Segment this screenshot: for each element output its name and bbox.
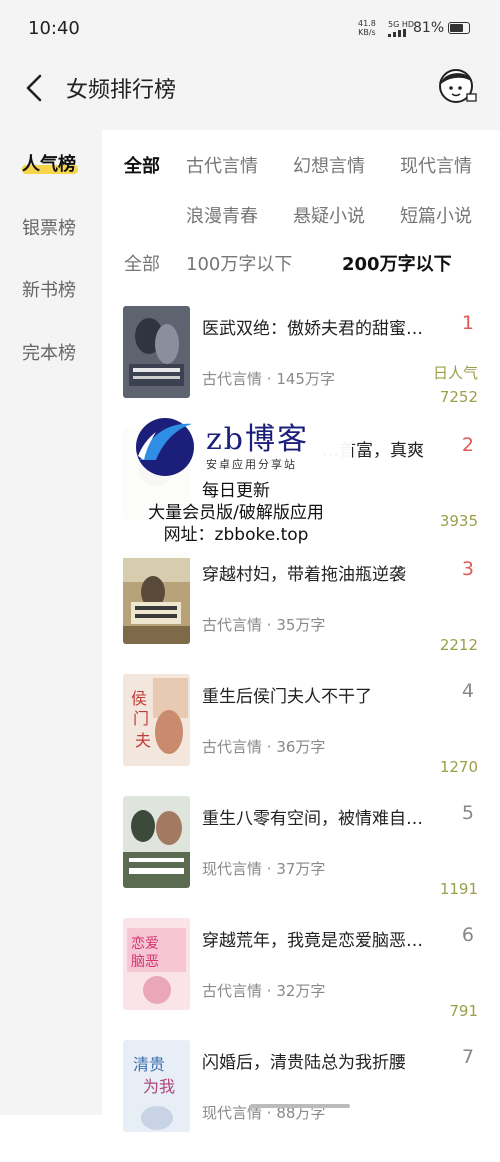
svg-text:清贵: 清贵 [133,1055,165,1074]
svg-text:为我: 为我 [143,1077,175,1096]
battery-icon [448,22,470,34]
scroll-indicator [250,1104,350,1108]
rank-number: 2 [461,434,474,456]
page-title: 女频排行榜 [66,78,177,103]
book-cover [123,796,190,888]
book-cover [123,306,190,398]
watermark-brand: zb博客 [206,422,310,457]
svg-text:侯: 侯 [131,689,147,708]
book-item[interactable]: 恋爱 脑恶 穿越荒年，我竟是恋爱脑恶… 古代言情 · 32万字 6 791 [102,918,500,1040]
book-cover: 恋爱 脑恶 [123,918,190,1010]
back-chevron-icon[interactable] [22,68,52,108]
popularity-value: 7252 [439,388,478,406]
length-tab-under-1m[interactable]: 100万字以下 [186,250,292,276]
popularity-value: 791 [449,1002,478,1020]
popularity-value: 3935 [439,512,478,530]
rank-number: 6 [461,924,474,946]
rank-number: 7 [461,1046,474,1068]
genre-tab-mystery[interactable]: 悬疑小说 [293,202,365,228]
book-meta: 古代言情 · 145万字 [202,370,335,388]
genre-tab-all[interactable]: 全部 [124,152,160,178]
book-cover: 侯 门 夫 [123,674,190,766]
svg-text:夫: 夫 [135,731,151,750]
watermark-overlay: zb博客 安卓应用分享站 每日更新 大量会员版/破解版应用 网址：zbboke.… [120,410,352,558]
popularity-value: 1191 [439,880,478,898]
book-meta: 现代言情 · 37万字 [202,860,326,878]
book-title: 重生后侯门夫人不干了 [202,687,372,707]
book-meta: 古代言情 · 32万字 [202,982,326,1000]
top-bar: 女频排行榜 [0,58,500,130]
genre-tab-youth[interactable]: 浪漫青春 [186,202,258,228]
book-item[interactable]: 清贵 为我 闪婚后，清贵陆总为我折腰 现代言情 · 88万字 7 [102,1040,500,1162]
network-speed: 41.8 KB/s [358,19,376,37]
book-title: 穿越村妇，带着拖油瓶逆袭 [202,565,406,585]
ranking-sidebar: 人气榜 银票榜 新书榜 完本榜 [0,130,102,1115]
book-title: 重生八零有空间，被情难自… [202,809,423,829]
watermark-logo-icon [136,418,194,476]
book-item[interactable]: 穿越村妇，带着拖油瓶逆袭 古代言情 · 35万字 3 2212 [102,552,500,674]
length-tab-all[interactable]: 全部 [124,250,160,276]
sidebar-item-new-books[interactable]: 新书榜 [0,276,102,302]
user-avatar-icon[interactable] [438,66,478,106]
length-tab-under-2m[interactable]: 200万字以下 [342,250,452,276]
genre-tab-ancient[interactable]: 古代言情 [186,152,258,178]
sidebar-item-silver-ticket[interactable]: 银票榜 [0,214,102,240]
book-title: 穿越荒年，我竟是恋爱脑恶… [202,931,423,951]
battery-percent: 81% [413,20,445,36]
book-item[interactable]: 重生八零有空间，被情难自… 现代言情 · 37万字 5 1191 [102,796,500,918]
svg-text:脑恶: 脑恶 [131,954,159,970]
book-title: 闪婚后，清贵陆总为我折腰 [202,1053,406,1073]
rank-number: 4 [461,680,474,702]
popularity-value: 2212 [439,636,478,654]
watermark-line-3: 网址：zbboke.top [163,525,309,545]
signal-icon [388,29,406,37]
book-title: 医武双绝：傲娇夫君的甜蜜… [202,319,423,339]
genre-tab-fantasy[interactable]: 幻想言情 [293,152,365,178]
book-cover: 清贵 为我 [123,1040,190,1132]
book-meta: 古代言情 · 36万字 [202,738,326,756]
book-item[interactable]: 侯 门 夫 重生后侯门夫人不干了 古代言情 · 36万字 4 1270 [102,674,500,796]
book-cover [123,552,190,644]
rank-number: 5 [461,802,474,824]
status-bar: 10:40 41.8 KB/s 5G HD 81% [0,0,500,58]
status-time: 10:40 [28,18,80,39]
ranking-content: 全部 古代言情 幻想言情 现代言情 浪漫青春 悬疑小说 短篇小说 全部 100万… [102,130,500,1132]
rank-number: 1 [461,312,474,334]
sidebar-item-completed[interactable]: 完本榜 [0,339,102,365]
popularity-value: 1270 [439,758,478,776]
watermark-subtitle: 安卓应用分享站 [206,458,297,471]
genre-tab-modern[interactable]: 现代言情 [400,152,472,178]
popularity-label: 日人气 [432,364,478,382]
genre-tab-short[interactable]: 短篇小说 [400,202,472,228]
svg-text:恋爱: 恋爱 [131,935,159,952]
book-meta: 古代言情 · 35万字 [202,616,326,634]
sidebar-item-popularity[interactable]: 人气榜 [0,150,102,176]
signal-indicator: 5G HD [388,20,414,39]
svg-text:门: 门 [133,709,149,728]
rank-number: 3 [461,558,474,580]
